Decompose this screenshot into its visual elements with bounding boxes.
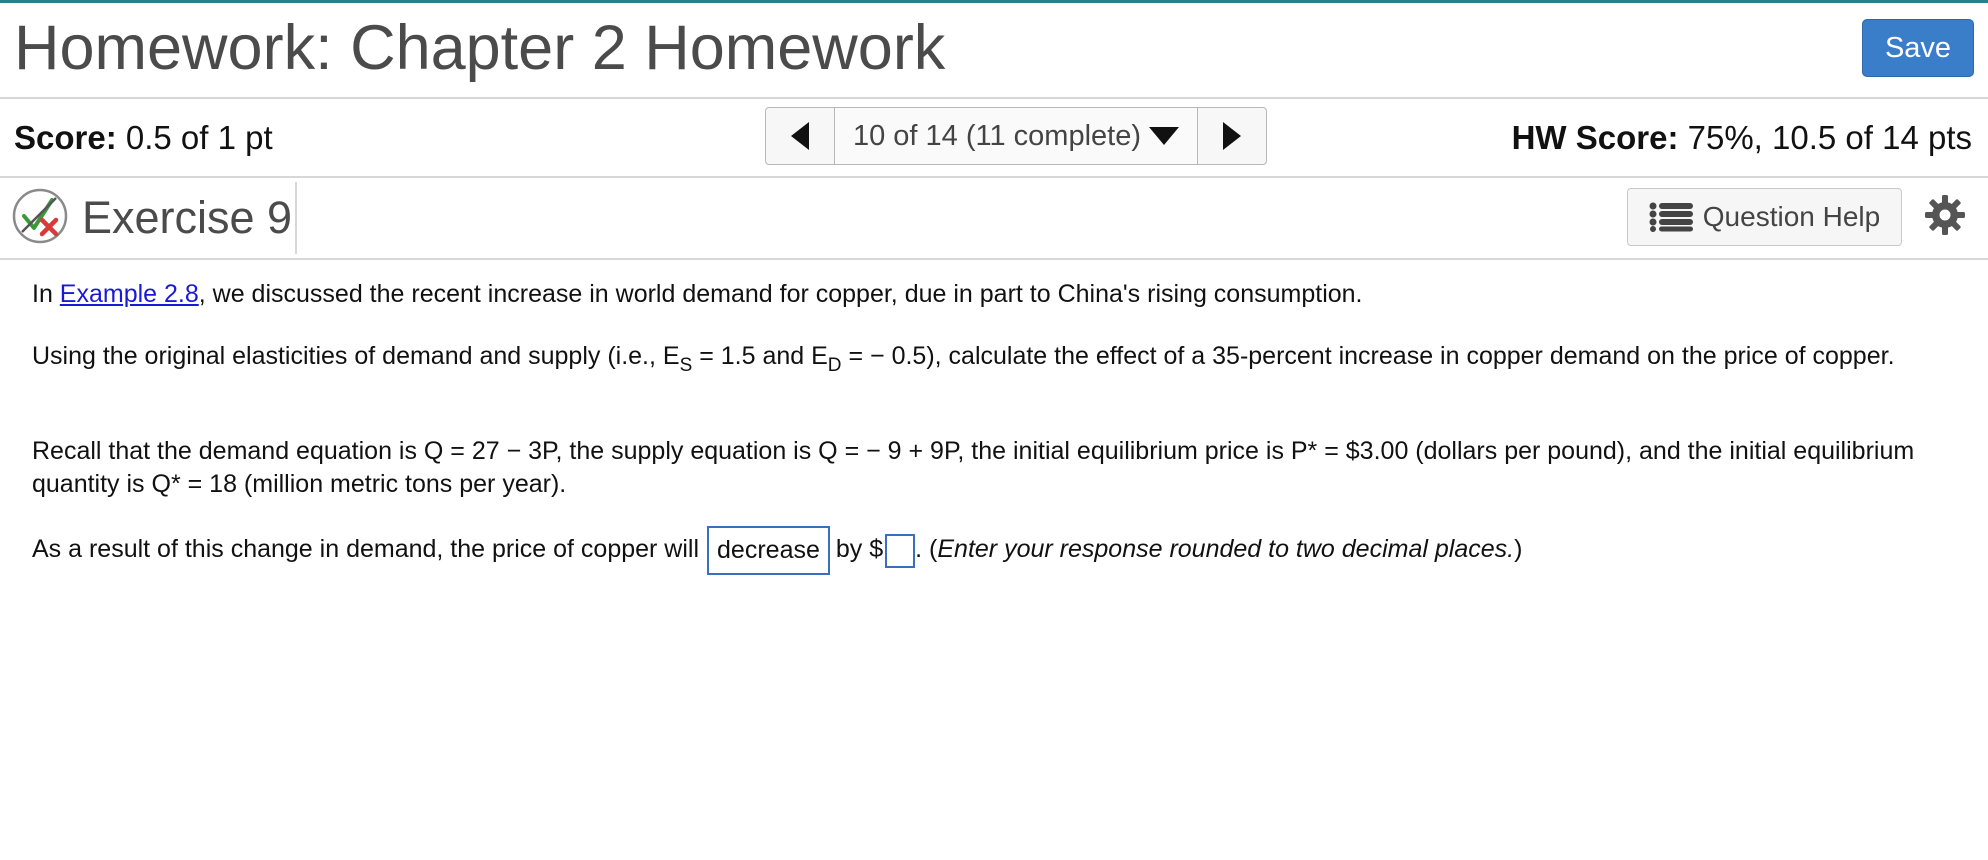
demand-subscript: D bbox=[827, 355, 842, 376]
hint-close-paren: ) bbox=[1514, 535, 1523, 564]
rounding-hint: Enter your response rounded to two decim… bbox=[937, 535, 1515, 564]
score-bar: Score: 0.5 of 1 pt 10 of 14 (11 complete… bbox=[0, 99, 1988, 178]
arrow-right-icon bbox=[1223, 122, 1241, 150]
supply-subscript: S bbox=[679, 355, 693, 376]
exercise-title: Exercise 9 bbox=[82, 192, 293, 243]
question-position-label: 10 of 14 (11 complete) bbox=[852, 119, 1142, 152]
intro-prefix-text: In bbox=[32, 280, 60, 308]
hw-score-value: 75%, 10.5 of 14 pts bbox=[1687, 119, 1972, 156]
partial-credit-icon bbox=[12, 188, 68, 244]
question-help-button[interactable]: Question Help bbox=[1627, 188, 1902, 246]
exercise-bar: Exercise 9 Question Help bbox=[0, 178, 1988, 260]
price-change-input[interactable] bbox=[885, 533, 916, 568]
gear-icon[interactable] bbox=[1924, 194, 1966, 236]
question-select-dropdown[interactable]: 10 of 14 (11 complete) bbox=[834, 108, 1198, 164]
caret-down-icon bbox=[1149, 127, 1180, 145]
previous-question-button[interactable] bbox=[766, 108, 834, 164]
question-equations: Recall that the demand equation is Q = 2… bbox=[32, 437, 1915, 498]
question-help-label: Question Help bbox=[1702, 201, 1881, 232]
score-value: 0.5 of 1 pt bbox=[125, 119, 273, 156]
exercise-divider bbox=[295, 182, 297, 254]
elasticity-text-c: = − 0.5), calculate the effect of a 35-p… bbox=[841, 342, 1895, 370]
arrow-left-icon bbox=[791, 122, 809, 150]
answer-prefix-text: As a result of this change in demand, th… bbox=[32, 535, 700, 564]
hw-score-label: HW Score: bbox=[1511, 119, 1679, 156]
elasticity-text-a: Using the original elasticities of deman… bbox=[32, 342, 680, 370]
save-button[interactable]: Save bbox=[1862, 19, 1974, 77]
intro-suffix-text: , we discussed the recent increase in wo… bbox=[198, 280, 1363, 308]
next-question-button[interactable] bbox=[1198, 108, 1266, 164]
direction-select[interactable]: decrease bbox=[707, 526, 830, 575]
question-intro: In Example 2.8, we discussed the recent … bbox=[32, 278, 1363, 311]
answer-line: As a result of this change in demand, th… bbox=[32, 526, 1932, 575]
question-elasticities: Using the original elasticities of deman… bbox=[32, 336, 1932, 386]
score-label: Score: bbox=[14, 119, 117, 156]
example-link[interactable]: Example 2.8 bbox=[60, 280, 199, 308]
elasticity-text-b: = 1.5 and E bbox=[692, 342, 828, 370]
page-title: Homework: Chapter 2 Homework bbox=[14, 13, 946, 83]
question-navigator: 10 of 14 (11 complete) bbox=[765, 107, 1267, 165]
page-header: Homework: Chapter 2 Homework Save bbox=[0, 3, 1988, 99]
homework-score: HW Score: 75%, 10.5 of 14 pts bbox=[1512, 119, 1972, 157]
list-icon bbox=[1649, 202, 1693, 232]
answer-after-input-text: . ( bbox=[915, 535, 938, 564]
answer-mid-text: by $ bbox=[835, 535, 884, 564]
question-score: Score: 0.5 of 1 pt bbox=[14, 119, 273, 157]
